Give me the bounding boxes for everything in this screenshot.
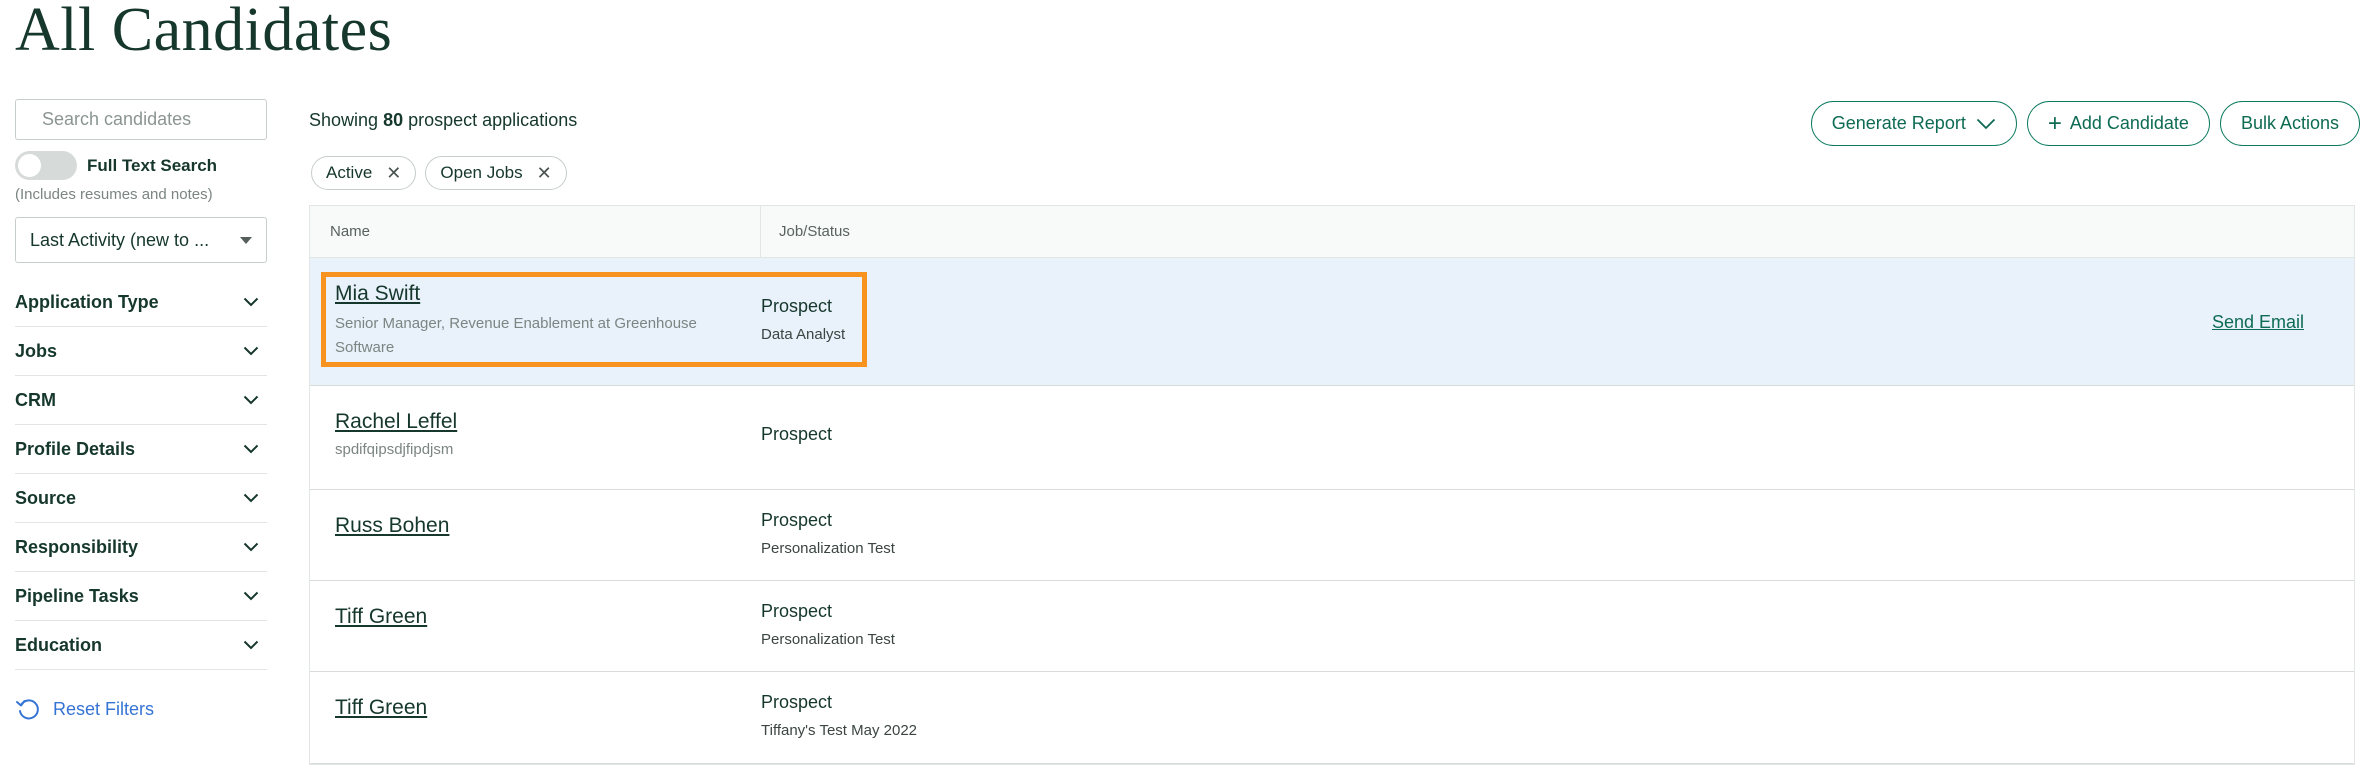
name-cell: Russ Bohen xyxy=(310,490,761,580)
candidate-name-link[interactable]: Rachel Leffel xyxy=(335,410,761,434)
column-header-name: Name xyxy=(310,206,761,257)
table-row[interactable]: Tiff Green Prospect Personalization Test xyxy=(310,581,2354,672)
filter-label: Application Type xyxy=(15,291,159,312)
chevron-down-icon xyxy=(243,493,259,503)
candidate-subtitle: Senior Manager, Revenue Enablement at Gr… xyxy=(335,315,697,356)
full-text-search-label: Full Text Search xyxy=(87,155,218,175)
chevron-down-icon xyxy=(1976,118,1995,129)
filter-profile-details[interactable]: Profile Details xyxy=(15,425,267,474)
job-status-cell: Prospect Data Analyst xyxy=(761,258,845,385)
filter-crm[interactable]: CRM xyxy=(15,376,267,425)
chip-active[interactable]: Active ✕ xyxy=(311,156,417,190)
application-status: Prospect xyxy=(761,510,833,530)
filter-responsibility[interactable]: Responsibility xyxy=(15,523,267,572)
filter-source[interactable]: Source xyxy=(15,474,267,523)
candidate-name-link[interactable]: Russ Bohen xyxy=(335,514,761,538)
active-filter-chips: Active ✕ Open Jobs ✕ xyxy=(311,156,576,190)
table-row[interactable]: Rachel Leffel spdifqipsdjfipdjsm Prospec… xyxy=(310,386,2354,490)
caret-down-icon xyxy=(240,236,252,244)
filter-label: Source xyxy=(15,487,77,508)
plus-icon: + xyxy=(2047,109,2062,137)
toggle-knob xyxy=(18,154,41,177)
name-cell: Mia Swift Senior Manager, Revenue Enable… xyxy=(310,258,761,385)
add-candidate-label: Add Candidate xyxy=(2069,113,2189,133)
table-header: Name Job/Status xyxy=(310,206,2354,258)
name-cell: Tiff Green xyxy=(310,672,761,763)
candidate-name-link[interactable]: Tiff Green xyxy=(335,696,761,720)
close-icon[interactable]: ✕ xyxy=(386,163,401,184)
chevron-down-icon xyxy=(243,542,259,552)
showing-prefix: Showing xyxy=(309,110,379,130)
reset-filters-label: Reset Filters xyxy=(53,698,155,719)
application-status: Prospect xyxy=(761,424,833,444)
job-status-cell: Prospect Personalization Test xyxy=(761,490,895,580)
chevron-down-icon xyxy=(243,346,259,356)
candidates-table: Name Job/Status Mia Swift Senior Manager… xyxy=(309,205,2355,765)
candidate-name-link[interactable]: Tiff Green xyxy=(335,605,761,629)
job-title: Personalization Test xyxy=(761,540,895,557)
add-candidate-button[interactable]: + Add Candidate xyxy=(2026,101,2210,146)
table-row[interactable]: Russ Bohen Prospect Personalization Test xyxy=(310,490,2354,581)
generate-report-button[interactable]: Generate Report xyxy=(1810,101,2017,146)
page-title: All Candidates xyxy=(15,0,393,64)
filter-label: CRM xyxy=(15,389,56,410)
candidate-name-link[interactable]: Mia Swift xyxy=(335,282,761,306)
search-input[interactable] xyxy=(40,108,276,131)
table-row[interactable]: Mia Swift Senior Manager, Revenue Enable… xyxy=(310,258,2354,386)
showing-count: 80 xyxy=(383,110,404,130)
filter-jobs[interactable]: Jobs xyxy=(15,327,267,376)
filter-label: Jobs xyxy=(15,340,58,361)
filter-sidebar: Full Text Search (Includes resumes and n… xyxy=(15,99,276,722)
application-status: Prospect xyxy=(761,296,833,316)
showing-suffix: prospect applications xyxy=(408,110,578,130)
job-status-cell: Prospect Personalization Test xyxy=(761,581,895,671)
toolbar-actions: Generate Report + Add Candidate Bulk Act… xyxy=(1801,101,2360,146)
search-box[interactable] xyxy=(15,99,276,140)
filter-label: Profile Details xyxy=(15,438,136,459)
job-status-cell: Prospect Tiffany's Test May 2022 xyxy=(761,672,917,763)
chip-label: Open Jobs xyxy=(440,163,523,182)
reset-filters-link[interactable]: Reset Filters xyxy=(15,696,267,722)
job-title: Tiffany's Test May 2022 xyxy=(761,722,917,739)
filter-list: Application Type Jobs CRM Profile Detail… xyxy=(15,278,267,670)
filter-application-type[interactable]: Application Type xyxy=(15,278,267,327)
bulk-actions-button[interactable]: Bulk Actions xyxy=(2219,101,2360,146)
chevron-down-icon xyxy=(243,395,259,405)
chevron-down-icon xyxy=(243,297,259,307)
sort-select-value: Last Activity (new to ... xyxy=(30,229,210,250)
table-row[interactable]: Tiff Green Prospect Tiffany's Test May 2… xyxy=(310,672,2354,764)
chevron-down-icon xyxy=(243,444,259,454)
job-title: Personalization Test xyxy=(761,631,895,648)
chevron-down-icon xyxy=(243,640,259,650)
job-title: Data Analyst xyxy=(761,326,846,343)
filter-label: Education xyxy=(15,634,103,655)
filter-pipeline-tasks[interactable]: Pipeline Tasks xyxy=(15,572,267,621)
name-cell: Rachel Leffel spdifqipsdjfipdjsm xyxy=(310,386,761,489)
candidate-subtitle: spdifqipsdjfipdjsm xyxy=(335,441,454,458)
chevron-down-icon xyxy=(243,591,259,601)
full-text-search-row: Full Text Search xyxy=(15,151,267,180)
application-status: Prospect xyxy=(761,692,833,712)
column-header-job-status: Job/Status xyxy=(779,223,850,240)
filter-education[interactable]: Education xyxy=(15,621,267,670)
reset-icon xyxy=(16,699,39,720)
generate-report-label: Generate Report xyxy=(1831,113,1966,133)
filter-label: Pipeline Tasks xyxy=(15,585,139,606)
bulk-actions-label: Bulk Actions xyxy=(2240,113,2339,133)
close-icon[interactable]: ✕ xyxy=(537,163,552,184)
job-status-cell: Prospect xyxy=(761,386,832,489)
filter-label: Responsibility xyxy=(15,536,139,557)
send-email-link[interactable]: Send Email xyxy=(2212,312,2304,333)
application-status: Prospect xyxy=(761,601,833,621)
full-text-search-toggle[interactable] xyxy=(15,151,77,180)
sort-select[interactable]: Last Activity (new to ... xyxy=(15,217,267,263)
chip-label: Active xyxy=(326,163,373,182)
name-cell: Tiff Green xyxy=(310,581,761,671)
chip-open-jobs[interactable]: Open Jobs ✕ xyxy=(425,156,567,190)
full-text-search-note: (Includes resumes and notes) xyxy=(15,186,213,203)
results-count: Showing 80 prospect applications xyxy=(309,110,577,131)
